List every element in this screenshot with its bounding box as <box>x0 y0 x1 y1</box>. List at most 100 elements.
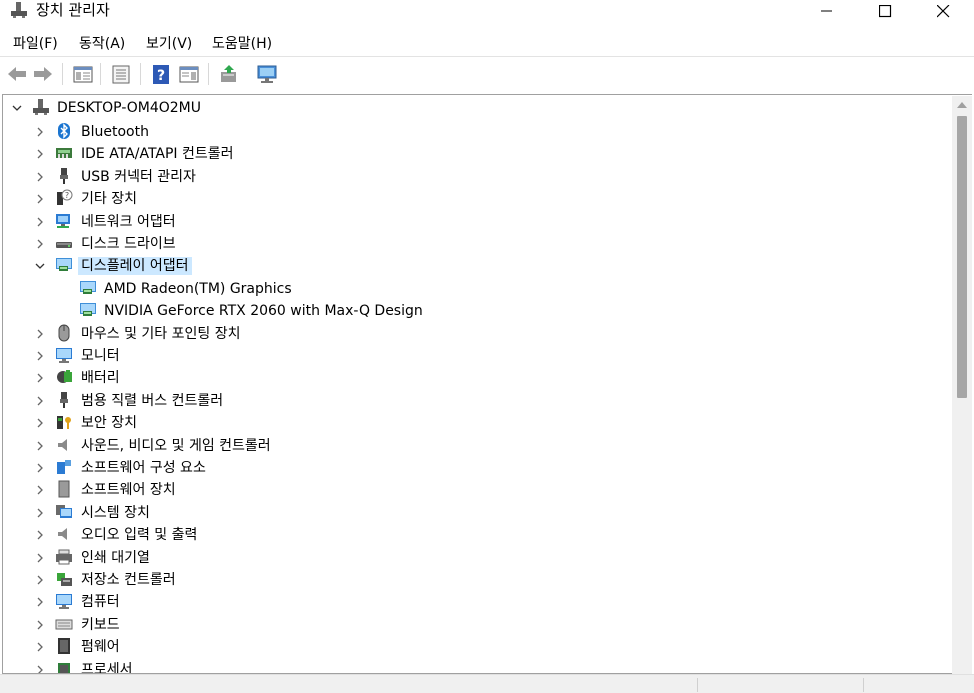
display-adapter-icon <box>56 258 72 271</box>
toolbar-separator <box>62 63 63 85</box>
scroll-up-arrow-icon[interactable] <box>957 102 967 108</box>
tree-item-label: IDE ATA/ATAPI 컨트롤러 <box>81 146 234 162</box>
chevron-right-icon[interactable] <box>35 396 45 406</box>
tree-item-label: 컴퓨터 <box>81 594 120 610</box>
mouse-icon <box>58 324 70 342</box>
maximize-button[interactable] <box>856 0 914 22</box>
tree-item-label: 디스플레이 어댑터 <box>78 257 192 275</box>
back-icon[interactable] <box>6 63 28 85</box>
chevron-right-icon[interactable] <box>35 620 45 630</box>
scroll-thumb[interactable] <box>957 116 967 398</box>
menu-view[interactable]: 보기(V) <box>146 35 192 53</box>
menu-file[interactable]: 파일(F) <box>13 35 58 53</box>
vertical-scrollbar[interactable] <box>952 96 972 674</box>
chevron-right-icon[interactable] <box>35 127 45 137</box>
tree-item-label: 사운드, 비디오 및 게임 컨트롤러 <box>81 438 271 454</box>
usb-connector-icon <box>60 168 68 184</box>
chevron-right-icon[interactable] <box>35 418 45 428</box>
tree-item-label: 시스템 장치 <box>81 505 150 521</box>
device-tree[interactable]: DESKTOP-OM4O2MU Bluetooth IDE ATA/ATAPI 컨… <box>2 94 972 674</box>
chevron-right-icon[interactable] <box>35 597 45 607</box>
svg-text:?: ? <box>157 68 165 84</box>
forward-icon[interactable] <box>32 63 54 85</box>
unknown-device-icon: ? <box>57 189 73 205</box>
chevron-right-icon[interactable] <box>35 575 45 585</box>
tree-item-label: 소프트웨어 장치 <box>81 482 176 498</box>
system-device-icon <box>56 505 72 518</box>
chevron-right-icon[interactable] <box>35 217 45 227</box>
chevron-right-icon[interactable] <box>35 239 45 249</box>
chevron-right-icon[interactable] <box>35 642 45 652</box>
properties-icon[interactable] <box>110 63 132 85</box>
tree-item-label: 보안 장치 <box>81 415 137 431</box>
tree-item-label: 펌웨어 <box>81 639 120 655</box>
computer-icon <box>56 594 72 609</box>
window-title: 장치 관리자 <box>36 1 110 19</box>
close-icon <box>936 4 949 17</box>
monitor-icon <box>56 348 72 363</box>
display-adapter-icon <box>80 281 96 294</box>
software-device-icon <box>58 480 70 498</box>
chevron-down-icon[interactable] <box>35 261 45 271</box>
toolbar-separator <box>100 63 101 85</box>
chevron-right-icon[interactable] <box>35 149 45 159</box>
storage-controller-icon <box>57 573 72 586</box>
tree-item-label: 키보드 <box>81 617 120 633</box>
toolbar: ? <box>0 56 974 90</box>
tree-item-label: Bluetooth <box>81 124 149 140</box>
ide-controller-icon <box>56 148 72 158</box>
chevron-right-icon[interactable] <box>35 441 45 451</box>
firmware-icon <box>58 638 70 654</box>
audio-io-icon <box>58 528 67 540</box>
tree-item-label: 기타 장치 <box>81 191 137 207</box>
menu-action[interactable]: 동작(A) <box>79 35 125 53</box>
chevron-right-icon[interactable] <box>35 329 45 339</box>
tree-item-label: 마우스 및 기타 포인팅 장치 <box>81 326 241 342</box>
close-button[interactable] <box>914 0 972 22</box>
menu-help[interactable]: 도움말(H) <box>212 35 272 53</box>
update-driver-icon[interactable] <box>218 63 240 85</box>
chevron-right-icon[interactable] <box>35 373 45 383</box>
chevron-right-icon[interactable] <box>35 172 45 182</box>
chevron-right-icon[interactable] <box>35 530 45 540</box>
show-hide-console-tree-icon[interactable] <box>72 63 94 85</box>
device-manager-app-icon <box>11 2 27 18</box>
tree-item-label: 저장소 컨트롤러 <box>81 572 176 588</box>
bluetooth-icon <box>58 123 70 139</box>
status-separator <box>697 678 698 692</box>
display-adapter-icon <box>80 303 96 316</box>
processor-icon <box>58 663 70 673</box>
status-separator <box>863 678 864 692</box>
chevron-right-icon[interactable] <box>35 485 45 495</box>
tree-item-label: 네트워크 어댑터 <box>81 214 176 230</box>
tree-item-label: USB 커넥터 관리자 <box>81 169 196 185</box>
tree-item-label: 모니터 <box>81 348 120 364</box>
action-pane-icon[interactable] <box>178 63 200 85</box>
toolbar-separator <box>208 63 209 85</box>
chevron-right-icon[interactable] <box>35 508 45 518</box>
security-device-icon <box>57 416 71 429</box>
toolbar-separator <box>140 63 141 85</box>
title-bar: 장치 관리자 <box>0 0 974 30</box>
minimize-icon <box>821 10 832 12</box>
computer-root-icon <box>33 99 49 115</box>
software-component-icon <box>57 460 71 474</box>
chevron-right-icon[interactable] <box>35 194 45 204</box>
battery-icon <box>57 370 72 383</box>
tree-item-label: 소프트웨어 구성 요소 <box>81 460 206 476</box>
status-bar <box>0 674 974 693</box>
tree-child-label: AMD Radeon(TM) Graphics <box>104 281 292 297</box>
chevron-right-icon[interactable] <box>35 351 45 361</box>
chevron-down-icon[interactable] <box>12 103 22 113</box>
tree-item-label: 오디오 입력 및 출력 <box>81 527 198 543</box>
scan-hardware-icon[interactable] <box>256 63 278 85</box>
minimize-button[interactable] <box>798 0 856 22</box>
chevron-right-icon[interactable] <box>35 665 45 674</box>
tree-root-label: DESKTOP-OM4O2MU <box>57 100 202 116</box>
tree-child-label: NVIDIA GeForce RTX 2060 with Max-Q Desig… <box>104 303 423 319</box>
chevron-right-icon[interactable] <box>35 553 45 563</box>
chevron-right-icon[interactable] <box>35 463 45 473</box>
maximize-icon <box>878 4 891 17</box>
usb-controller-icon <box>60 392 68 408</box>
help-icon[interactable]: ? <box>150 63 172 85</box>
